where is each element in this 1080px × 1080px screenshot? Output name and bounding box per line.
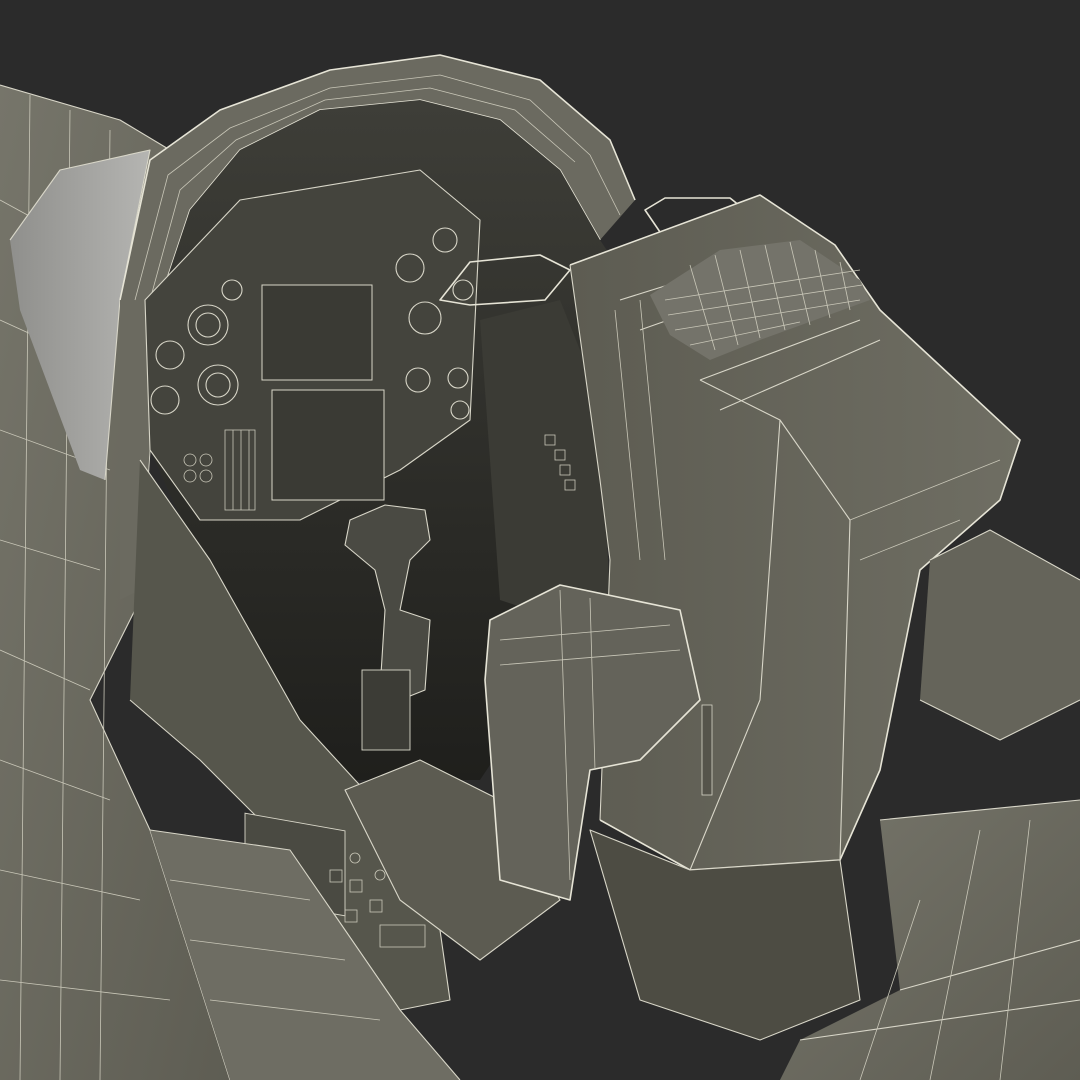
cockpit-render (0, 0, 1080, 1080)
display-screen-lower (271, 389, 385, 501)
seat-lever (701, 704, 713, 796)
display-screen-upper (261, 284, 373, 381)
